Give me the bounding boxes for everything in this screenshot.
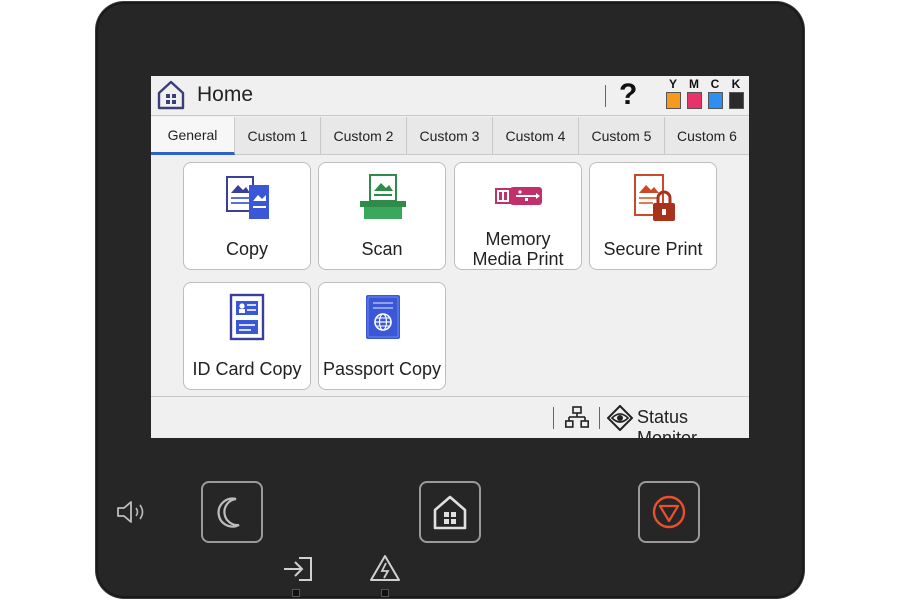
memory-media-icon xyxy=(495,187,542,205)
page-title: Home xyxy=(197,83,254,106)
tab-custom-4[interactable]: Custom 4 xyxy=(493,117,579,155)
header-bar: Home ? Y M C K xyxy=(151,76,749,116)
stop-icon xyxy=(652,495,686,529)
ink-level-black[interactable]: K xyxy=(727,76,745,114)
ink-bar xyxy=(666,92,681,109)
passport-copy-label: Passport Copy xyxy=(322,359,442,379)
stop-button[interactable] xyxy=(638,481,700,543)
header-divider xyxy=(605,85,606,107)
footer-divider xyxy=(599,407,600,429)
passport-copy-button[interactable]: Passport Copy xyxy=(318,282,446,390)
touch-screen: Home ? Y M C K General Custom 1 Custom 2… xyxy=(151,76,749,438)
ink-label: C xyxy=(710,77,720,91)
scan-icon xyxy=(360,174,406,219)
home-icon xyxy=(433,495,467,530)
ink-label: M xyxy=(689,77,699,91)
copy-label: Copy xyxy=(225,239,269,259)
error-led xyxy=(381,589,389,597)
data-arrow-icon xyxy=(284,557,312,581)
tab-custom-3[interactable]: Custom 3 xyxy=(407,117,493,155)
footer-divider xyxy=(553,407,554,429)
tab-custom-1[interactable]: Custom 1 xyxy=(235,117,321,155)
passport-icon xyxy=(366,295,400,339)
ink-bar xyxy=(687,92,702,109)
speaker-icon xyxy=(117,501,144,523)
tab-general[interactable]: General xyxy=(151,117,235,155)
id-card-copy-button[interactable]: ID Card Copy xyxy=(183,282,311,390)
memory-media-print-button[interactable]: Memory Media Print xyxy=(454,162,582,270)
ink-bar xyxy=(729,92,744,109)
status-monitor-label[interactable]: Status Monitor xyxy=(637,407,749,438)
tab-bar: General Custom 1 Custom 2 Custom 3 Custo… xyxy=(151,117,749,155)
scan-label: Scan xyxy=(361,239,403,259)
memory-media-print-label-line1: Memory xyxy=(485,229,551,249)
copy-button[interactable]: Copy xyxy=(183,162,311,270)
tab-custom-2[interactable]: Custom 2 xyxy=(321,117,407,155)
secure-print-button[interactable]: Secure Print xyxy=(589,162,717,270)
ink-level-magenta[interactable]: M xyxy=(685,76,703,114)
footer-bar: Status Monitor xyxy=(151,396,749,438)
memory-media-print-label: Memory Media Print xyxy=(455,229,581,269)
scan-button[interactable]: Scan xyxy=(318,162,446,270)
id-card-copy-label: ID Card Copy xyxy=(192,359,302,379)
eye-icon[interactable] xyxy=(607,405,633,431)
help-button[interactable]: ? xyxy=(619,78,637,112)
home-icon[interactable] xyxy=(157,80,185,110)
sleep-button[interactable] xyxy=(201,481,263,543)
ink-label: Y xyxy=(668,77,677,91)
ink-level-cyan[interactable]: C xyxy=(706,76,724,114)
tab-custom-6[interactable]: Custom 6 xyxy=(665,117,749,155)
moon-icon xyxy=(217,497,240,528)
memory-media-print-label-line2: Media Print xyxy=(472,249,564,269)
tab-custom-5[interactable]: Custom 5 xyxy=(579,117,665,155)
ink-bar xyxy=(708,92,723,109)
secure-print-label: Secure Print xyxy=(603,239,703,259)
ink-level-yellow[interactable]: Y xyxy=(664,76,682,114)
copy-icon xyxy=(226,176,269,219)
ink-label: K xyxy=(731,77,741,91)
data-led xyxy=(292,589,300,597)
home-hardware-button[interactable] xyxy=(419,481,481,543)
network-icon[interactable] xyxy=(565,406,589,430)
secure-print-icon xyxy=(634,174,675,221)
warning-icon xyxy=(370,555,400,581)
id-card-icon xyxy=(229,293,265,341)
